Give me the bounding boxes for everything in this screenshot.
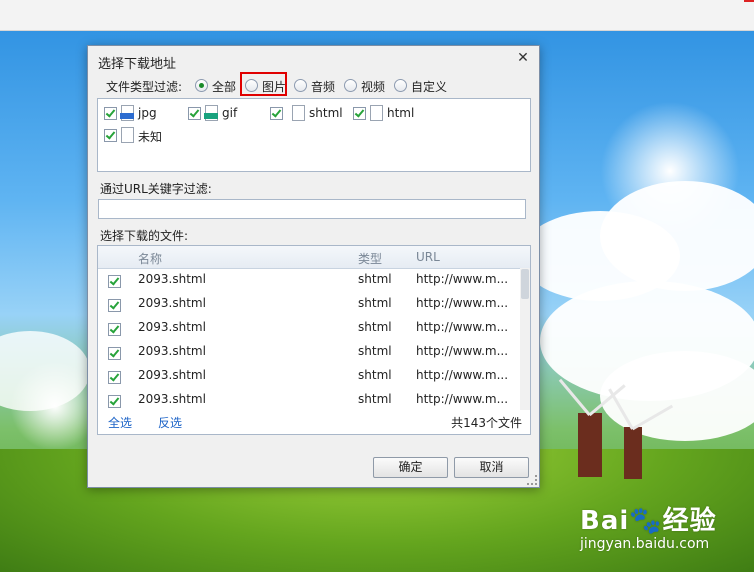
row-checkbox[interactable]: [108, 275, 121, 288]
file-name: 2093.shtml: [138, 320, 206, 334]
table-row[interactable]: 2093.shtml shtml http://www.m...: [98, 316, 520, 340]
radio-indicator[interactable]: [394, 79, 407, 92]
row-checkbox[interactable]: [108, 299, 121, 312]
download-address-dialog: 选择下载地址 ✕ 文件类型过滤: 全部 图片 音频 视频 自定义 jpg gif…: [87, 45, 540, 488]
invert-selection-link[interactable]: 反选: [158, 414, 182, 431]
file-name: 2093.shtml: [138, 272, 206, 286]
radio-label: 视频: [361, 80, 386, 94]
file-table: 名称 类型 URL 2093.shtml shtml http://www.m.…: [97, 245, 531, 435]
document-icon: [292, 105, 305, 121]
type-label: shtml: [309, 106, 343, 120]
type-label: jpg: [138, 106, 157, 120]
file-type-filter-label: 文件类型过滤:: [106, 80, 183, 94]
radio-indicator[interactable]: [294, 79, 307, 92]
type-label: 未知: [138, 130, 163, 144]
file-type: shtml: [358, 344, 392, 358]
checkbox[interactable]: [270, 107, 283, 120]
radio-audio[interactable]: 音频: [294, 78, 339, 94]
row-checkbox[interactable]: [108, 395, 121, 408]
type-label: html: [387, 106, 415, 120]
checkbox[interactable]: [104, 129, 117, 142]
table-scrollbar[interactable]: [520, 268, 530, 410]
type-item-gif[interactable]: gif: [188, 105, 258, 121]
type-item-unknown[interactable]: 未知: [104, 127, 174, 144]
dialog-titlebar[interactable]: 选择下载地址 ✕: [88, 46, 539, 72]
url-filter-input[interactable]: [98, 199, 526, 219]
file-type: shtml: [358, 272, 392, 286]
table-row[interactable]: 2093.shtml shtml http://www.m...: [98, 388, 520, 412]
file-url: http://www.m...: [416, 368, 509, 382]
highlight-box: [240, 72, 287, 96]
url-filter-label: 通过URL关键字过滤:: [100, 182, 212, 196]
radio-all[interactable]: 全部: [195, 78, 245, 94]
jpg-file-icon: [120, 105, 134, 121]
type-item-shtml[interactable]: shtml: [270, 105, 350, 121]
cancel-button[interactable]: 取消: [454, 457, 529, 478]
row-checkbox[interactable]: [108, 323, 121, 336]
close-icon[interactable]: ✕: [515, 50, 531, 66]
file-type-list: jpg gif shtml html 未知: [97, 98, 531, 172]
document-icon: [121, 127, 134, 143]
radio-video[interactable]: 视频: [344, 78, 389, 94]
table-row[interactable]: 2093.shtml shtml http://www.m...: [98, 292, 520, 316]
scroll-thumb[interactable]: [521, 269, 529, 299]
file-type: shtml: [358, 392, 392, 406]
select-all-link[interactable]: 全选: [108, 414, 132, 431]
file-type: shtml: [358, 368, 392, 382]
file-url: http://www.m...: [416, 392, 509, 406]
table-footer: 全选 反选 共143个文件: [98, 410, 530, 434]
top-window-strip: [0, 0, 754, 31]
file-count: 共143个文件: [451, 416, 522, 430]
column-header-name[interactable]: 名称: [138, 250, 162, 267]
windmill-tower: [578, 413, 602, 477]
ok-button[interactable]: 确定: [373, 457, 448, 478]
resize-grip-icon[interactable]: [527, 475, 537, 485]
checkbox[interactable]: [104, 107, 117, 120]
windmill-tower: [624, 427, 642, 479]
file-url: http://www.m...: [416, 296, 509, 310]
dialog-title: 选择下载地址: [98, 57, 177, 72]
table-header: 名称 类型 URL: [98, 246, 530, 269]
file-type-filter-row: 文件类型过滤: 全部 图片 音频 视频 自定义: [88, 76, 539, 96]
row-checkbox[interactable]: [108, 347, 121, 360]
watermark-logo: Bai🐾经验: [580, 506, 717, 536]
column-header-url[interactable]: URL: [416, 250, 440, 264]
file-type: shtml: [358, 296, 392, 310]
file-url: http://www.m...: [416, 344, 509, 358]
type-item-html[interactable]: html: [353, 105, 433, 121]
radio-custom[interactable]: 自定义: [394, 78, 454, 94]
file-name: 2093.shtml: [138, 344, 206, 358]
file-name: 2093.shtml: [138, 368, 206, 382]
window-edge-accent: [744, 0, 754, 2]
checkbox[interactable]: [353, 107, 366, 120]
file-name: 2093.shtml: [138, 296, 206, 310]
checkbox[interactable]: [188, 107, 201, 120]
radio-label: 音频: [311, 80, 336, 94]
file-type: shtml: [358, 320, 392, 334]
document-icon: [370, 105, 383, 121]
table-row[interactable]: 2093.shtml shtml http://www.m...: [98, 340, 520, 364]
file-url: http://www.m...: [416, 320, 509, 334]
column-header-type[interactable]: 类型: [358, 250, 382, 267]
radio-label: 自定义: [411, 80, 448, 94]
table-row[interactable]: 2093.shtml shtml http://www.m...: [98, 364, 520, 388]
files-label: 选择下载的文件:: [100, 229, 189, 243]
watermark-url: jingyan.baidu.com: [580, 536, 710, 552]
radio-indicator[interactable]: [344, 79, 357, 92]
radio-label: 全部: [212, 80, 237, 94]
radio-indicator[interactable]: [195, 79, 208, 92]
type-item-jpg[interactable]: jpg: [104, 105, 174, 121]
type-label: gif: [222, 106, 238, 120]
row-checkbox[interactable]: [108, 371, 121, 384]
gif-file-icon: [204, 105, 218, 121]
file-url: http://www.m...: [416, 272, 509, 286]
table-row[interactable]: 2093.shtml shtml http://www.m...: [98, 268, 520, 292]
file-name: 2093.shtml: [138, 392, 206, 406]
